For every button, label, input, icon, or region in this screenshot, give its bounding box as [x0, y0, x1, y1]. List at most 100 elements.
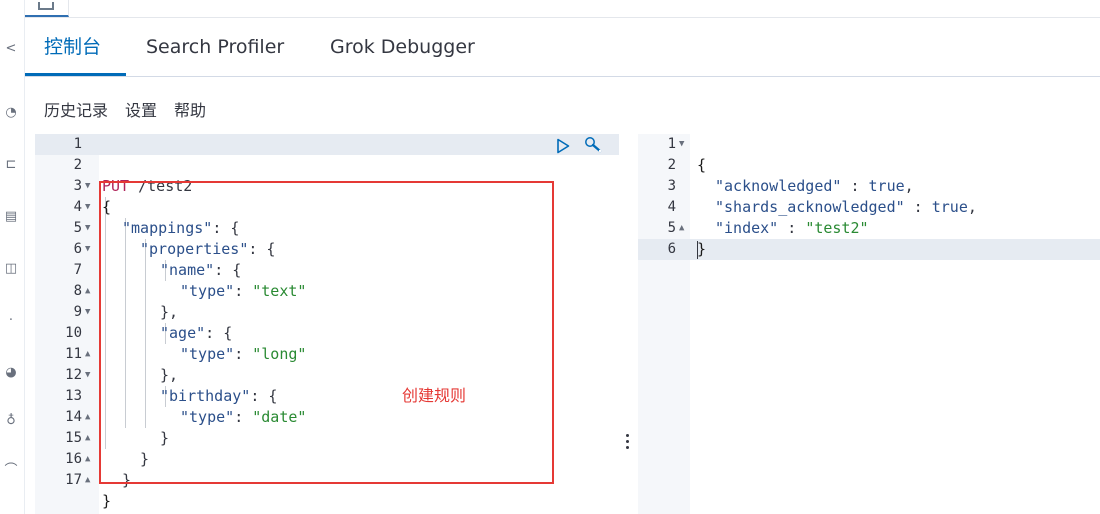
drag-handle-icon[interactable] [626, 434, 630, 450]
wrench-icon[interactable] [584, 136, 602, 153]
tab-grok-debugger[interactable]: Grok Debugger [330, 18, 475, 76]
code-line: 5 ▼ "properties": { [35, 218, 276, 258]
fold-icon[interactable]: ▼ [85, 239, 90, 260]
json-key: "mappings" [122, 219, 213, 237]
request-actions [555, 136, 604, 154]
nav-icon[interactable]: ▤ [2, 208, 20, 226]
code-line: 11 ▲ }, [35, 344, 178, 384]
code-token: : { [248, 240, 276, 258]
code-token: : { [214, 261, 242, 279]
editor-splitter[interactable] [620, 134, 637, 514]
console-icon [38, 2, 54, 10]
nav-icon[interactable]: ⊏ [2, 156, 20, 174]
code-line: 3 ▼ { [35, 176, 111, 216]
json-key: "acknowledged" [715, 177, 842, 195]
code-token: { [102, 198, 112, 216]
nav-icon[interactable]: < [2, 40, 20, 58]
fold-icon[interactable]: ▼ [85, 197, 90, 218]
fold-icon[interactable]: ▼ [85, 365, 90, 386]
code-token: : [778, 219, 806, 237]
nav-icon[interactable]: ♁ [2, 412, 20, 430]
fold-icon[interactable]: ▲ [85, 449, 90, 470]
code-token: }, [160, 366, 179, 384]
response-editor[interactable]: 1 ▼ { 2 "acknowledged" : true, 3 "shards_… [638, 134, 1100, 514]
code-line: 6 ▼ "name": { [35, 239, 242, 279]
indent-guide [105, 197, 106, 449]
code-line: 8 ▲ }, [35, 281, 179, 321]
code-line: 9 ▼ "age": { [35, 302, 233, 342]
line-number: 7 [73, 262, 82, 278]
text-cursor [697, 241, 698, 259]
active-tab-indicator [25, 73, 126, 76]
code-token: : [234, 345, 253, 363]
fold-icon[interactable]: ▲ [85, 470, 90, 491]
code-line: 15 ▲ } [35, 428, 149, 468]
fold-icon[interactable]: ▲ [85, 428, 90, 449]
code-line: 14 ▲ } [35, 407, 169, 447]
nav-icon[interactable]: ◕ [2, 364, 20, 382]
fold-icon[interactable]: ▲ [679, 218, 684, 239]
devtools-tabs: 控制台 Search Profiler Grok Debugger [25, 18, 1100, 77]
code-line: 10 "type": "long" [35, 323, 306, 363]
settings-link[interactable]: 设置 [125, 97, 157, 121]
json-boolean: true [868, 177, 905, 195]
help-link[interactable]: 帮助 [174, 97, 206, 121]
json-string: "test2" [805, 219, 869, 237]
line-number: 9 [73, 304, 82, 320]
line-number: 4 [73, 199, 82, 215]
code-line: 5 ▲ } [638, 218, 706, 258]
code-line: 2 "acknowledged" : true, [638, 155, 914, 195]
nav-icon[interactable]: ◫ [2, 260, 20, 278]
code-token: : [904, 198, 932, 216]
tab-console[interactable]: 控制台 [44, 18, 101, 76]
nav-icon[interactable]: ◔ [2, 104, 20, 122]
code-token: } [122, 471, 132, 489]
json-string: "text" [252, 282, 307, 300]
request-editor[interactable]: 1 2 PUT /test2 3 ▼ { 4 ▼ "mappings": { 5 ▼ … [35, 134, 619, 514]
console-app-tab[interactable] [25, 0, 69, 17]
line-number: 6 [73, 241, 82, 257]
json-key: "name" [160, 261, 215, 279]
fold-icon[interactable]: ▲ [85, 281, 90, 302]
line-number: 6 [667, 241, 676, 257]
code-line: 16 ▲ } [35, 449, 131, 489]
line-number: 3 [73, 178, 82, 194]
history-link[interactable]: 历史记录 [44, 97, 108, 121]
line-number: 17 [65, 472, 82, 488]
fold-icon[interactable]: ▲ [85, 344, 90, 365]
code-line: 4 ▼ "mappings": { [35, 197, 240, 237]
play-icon[interactable] [555, 138, 571, 154]
json-key: "type" [180, 282, 235, 300]
fold-icon[interactable]: ▲ [85, 407, 90, 428]
line-number: 12 [65, 367, 82, 383]
code-token: : [234, 282, 253, 300]
line-number: 14 [65, 409, 82, 425]
json-key: "age" [160, 324, 206, 342]
code-line: 1 ▼ { [638, 134, 706, 174]
json-key: "type" [180, 408, 235, 426]
fold-icon[interactable]: ▼ [85, 302, 90, 323]
code-token: }, [160, 303, 179, 321]
fold-icon[interactable]: ▼ [85, 218, 90, 239]
nav-icon[interactable]: ⌒ [2, 462, 20, 480]
code-token: , [904, 177, 914, 195]
line-number: 5 [73, 220, 82, 236]
nav-icon[interactable]: · [2, 312, 20, 330]
active-line-highlight [35, 134, 619, 155]
line-number: 8 [73, 283, 82, 299]
left-nav-rail: < ◔ ⊏ ▤ ◫ · ◕ ♁ ⌒ [0, 0, 25, 514]
json-key: "properties" [140, 240, 249, 258]
json-key: "birthday" [160, 387, 251, 405]
code-token: : { [250, 387, 278, 405]
code-line: 17 ▲ } [35, 470, 111, 510]
tab-search-profiler[interactable]: Search Profiler [146, 18, 284, 76]
fold-icon[interactable]: ▼ [85, 176, 90, 197]
line-number: 2 [73, 157, 82, 173]
indent-guide [145, 239, 146, 428]
line-number: 13 [65, 388, 82, 404]
line-number: 1 [73, 136, 82, 152]
code-token: : { [205, 324, 233, 342]
code-token: { [697, 156, 707, 174]
fold-icon[interactable]: ▼ [679, 134, 684, 155]
line-number: 11 [65, 346, 82, 362]
